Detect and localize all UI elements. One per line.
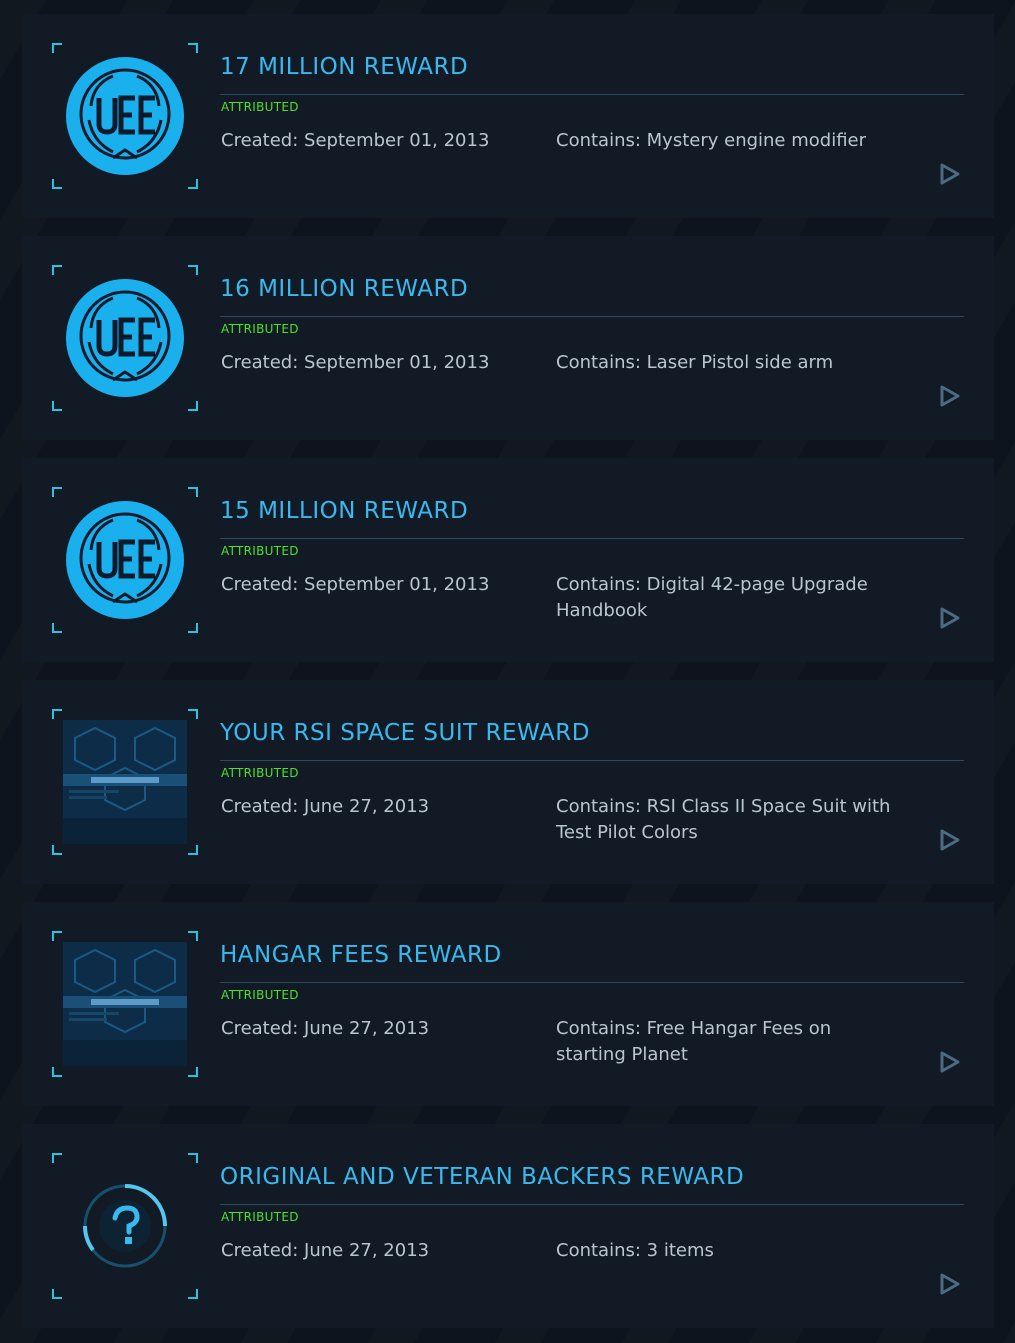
reward-card[interactable]: ORIGINAL AND VETERAN BACKERS REWARD ATTR… — [22, 1124, 994, 1328]
reward-title[interactable]: 17 MILLION REWARD — [220, 54, 964, 80]
reward-card[interactable]: 16 MILLION REWARD ATTRIBUTED Created: Se… — [22, 236, 994, 440]
reward-card[interactable]: YOUR RSI SPACE SUIT REWARD ATTRIBUTED Cr… — [22, 680, 994, 884]
divider — [220, 982, 964, 983]
contains-text: Contains: Mystery engine modifier — [556, 130, 867, 151]
contains-text: Contains: 3 items — [556, 1240, 714, 1261]
reward-card[interactable]: 15 MILLION REWARD ATTRIBUTED Created: Se… — [22, 458, 994, 662]
play-arrow-icon[interactable] — [937, 162, 961, 186]
reward-thumbnail[interactable] — [52, 265, 198, 411]
status-badge: ATTRIBUTED — [221, 322, 299, 336]
created-date: Created: June 27, 2013 — [221, 1240, 430, 1261]
divider — [220, 94, 964, 95]
reward-thumbnail[interactable] — [52, 487, 198, 633]
reward-title[interactable]: YOUR RSI SPACE SUIT REWARD — [220, 720, 964, 746]
reward-thumbnail[interactable] — [52, 709, 198, 855]
play-arrow-icon[interactable] — [937, 1272, 961, 1296]
status-badge: ATTRIBUTED — [221, 766, 299, 780]
status-badge: ATTRIBUTED — [221, 100, 299, 114]
created-date: Created: June 27, 2013 — [221, 1018, 430, 1039]
reward-thumbnail[interactable] — [52, 931, 198, 1077]
reward-card[interactable]: HANGAR FEES REWARD ATTRIBUTED Created: J… — [22, 902, 994, 1106]
reward-card[interactable]: 17 MILLION REWARD ATTRIBUTED Created: Se… — [22, 14, 994, 218]
status-badge: ATTRIBUTED — [221, 1210, 299, 1224]
hangar-screen-thumbnail — [63, 942, 187, 1066]
created-date: Created: September 01, 2013 — [221, 130, 490, 151]
divider — [220, 1204, 964, 1205]
uee-emblem-icon — [66, 501, 184, 619]
play-arrow-icon[interactable] — [937, 606, 961, 630]
uee-emblem-icon — [66, 57, 184, 175]
reward-thumbnail[interactable] — [52, 1153, 198, 1299]
hangar-screen-thumbnail — [63, 720, 187, 844]
mystery-question-icon — [83, 1184, 167, 1268]
reward-title[interactable]: ORIGINAL AND VETERAN BACKERS REWARD — [220, 1164, 964, 1190]
contains-text: Contains: Digital 42-page Upgrade Handbo… — [556, 574, 868, 621]
contains-text: Contains: RSI Class II Space Suit with T… — [556, 796, 891, 843]
play-arrow-icon[interactable] — [937, 384, 961, 408]
contains-text: Contains: Free Hangar Fees on starting P… — [556, 1018, 832, 1065]
status-badge: ATTRIBUTED — [221, 544, 299, 558]
divider — [220, 316, 964, 317]
status-badge: ATTRIBUTED — [221, 988, 299, 1002]
reward-title[interactable]: 15 MILLION REWARD — [220, 498, 964, 524]
play-arrow-icon[interactable] — [937, 828, 961, 852]
created-date: Created: September 01, 2013 — [221, 574, 490, 595]
reward-thumbnail[interactable] — [52, 43, 198, 189]
uee-emblem-icon — [66, 279, 184, 397]
play-arrow-icon[interactable] — [937, 1050, 961, 1074]
contains-text: Contains: Laser Pistol side arm — [556, 352, 834, 373]
divider — [220, 760, 964, 761]
reward-title[interactable]: HANGAR FEES REWARD — [220, 942, 964, 968]
reward-title[interactable]: 16 MILLION REWARD — [220, 276, 964, 302]
created-date: Created: June 27, 2013 — [221, 796, 430, 817]
created-date: Created: September 01, 2013 — [221, 352, 490, 373]
divider — [220, 538, 964, 539]
